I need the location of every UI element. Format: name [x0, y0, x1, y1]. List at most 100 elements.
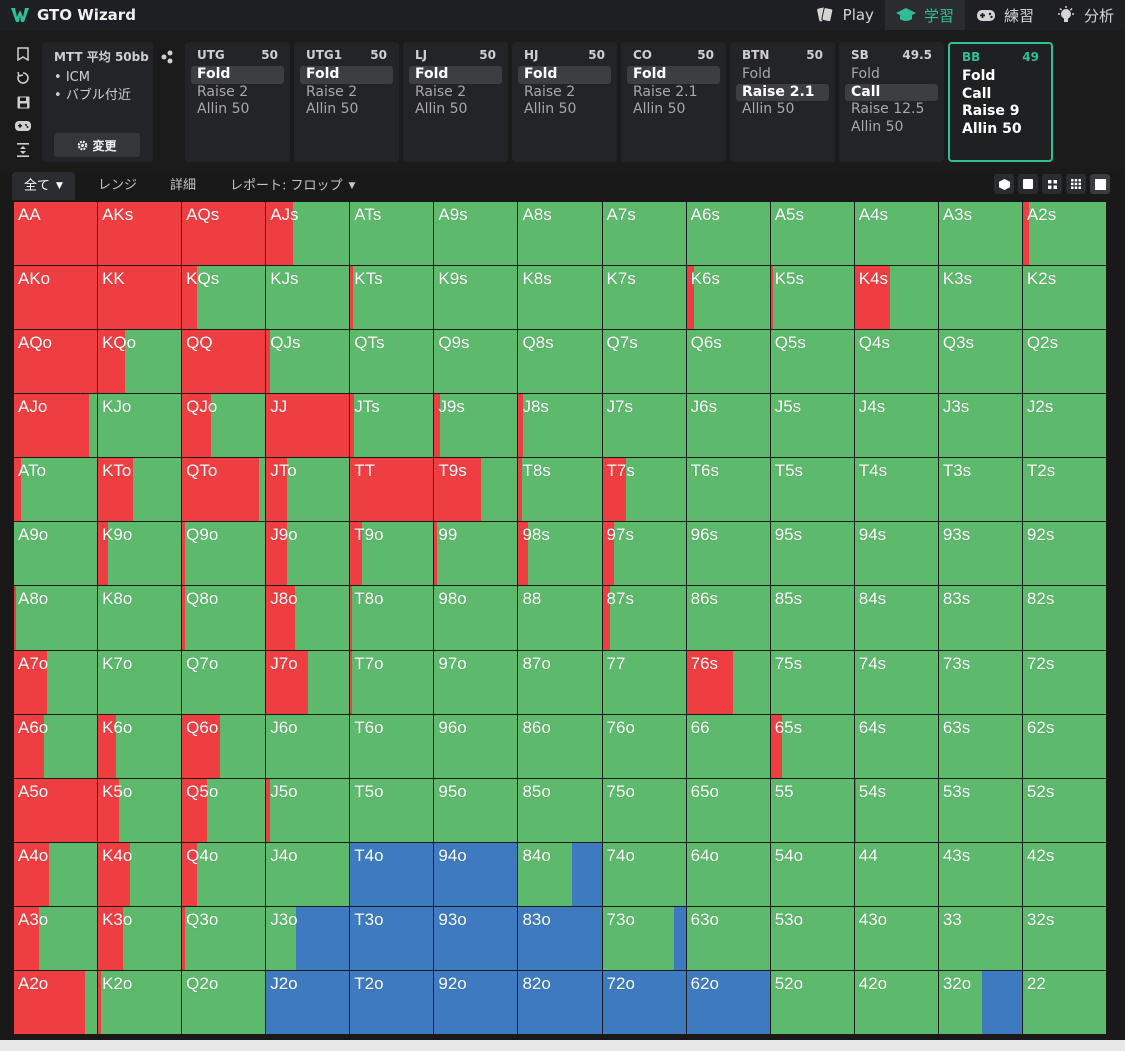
- hand-cell[interactable]: 86o: [518, 714, 603, 779]
- hand-cell[interactable]: A3o: [14, 906, 99, 971]
- hand-cell[interactable]: A4s: [854, 202, 939, 267]
- hand-cell[interactable]: 76s: [686, 650, 771, 715]
- hand-cell[interactable]: J5o: [266, 778, 351, 843]
- hand-cell[interactable]: JJ: [266, 394, 351, 459]
- hand-cell[interactable]: Q6s: [686, 330, 771, 395]
- action-option[interactable]: Fold: [518, 66, 611, 84]
- hand-cell[interactable]: T9s: [434, 458, 519, 523]
- hand-cell[interactable]: 64s: [854, 714, 939, 779]
- hand-cell[interactable]: Q7s: [602, 330, 687, 395]
- hand-cell[interactable]: AA: [14, 202, 99, 267]
- gamepad-icon[interactable]: [14, 117, 32, 135]
- nav-item-3[interactable]: 分析: [1045, 0, 1125, 30]
- hand-cell[interactable]: J5s: [770, 394, 855, 459]
- action-option[interactable]: Fold: [956, 68, 1045, 86]
- action-option[interactable]: Raise 2.1: [736, 83, 829, 101]
- hand-cell[interactable]: K4s: [854, 266, 939, 331]
- hand-cell[interactable]: T2o: [350, 970, 435, 1035]
- hand-cell[interactable]: 63s: [938, 714, 1023, 779]
- position-box-bb[interactable]: BB 49 Fold Call Raise 9 Allin 50: [948, 42, 1053, 162]
- hand-cell[interactable]: 84s: [854, 586, 939, 651]
- reset-icon[interactable]: [14, 69, 32, 87]
- hand-cell[interactable]: 88: [518, 586, 603, 651]
- hand-cell[interactable]: 93o: [434, 906, 519, 971]
- hand-cell[interactable]: QQ: [182, 330, 267, 395]
- hand-cell[interactable]: Q5o: [182, 778, 267, 843]
- hand-cell[interactable]: 86s: [686, 586, 771, 651]
- hand-cell[interactable]: 74o: [602, 842, 687, 907]
- hand-cell[interactable]: 98s: [518, 522, 603, 587]
- hand-cell[interactable]: K7o: [98, 650, 183, 715]
- hand-cell[interactable]: A4o: [14, 842, 99, 907]
- position-box-hj[interactable]: HJ 50 Fold Raise 2 Allin 50: [512, 42, 617, 162]
- position-box-utg[interactable]: UTG 50 Fold Raise 2 Allin 50: [185, 42, 290, 162]
- change-settings-button[interactable]: 変更: [54, 133, 140, 157]
- action-option[interactable]: Allin 50: [956, 121, 1045, 139]
- hand-cell[interactable]: 52o: [770, 970, 855, 1035]
- hand-cell[interactable]: Q8s: [518, 330, 603, 395]
- action-option[interactable]: Fold: [736, 66, 829, 84]
- hand-cell[interactable]: J8s: [518, 394, 603, 459]
- hand-cell[interactable]: AQo: [14, 330, 99, 395]
- hand-cell[interactable]: J9o: [266, 522, 351, 587]
- position-box-lj[interactable]: LJ 50 Fold Raise 2 Allin 50: [403, 42, 508, 162]
- hand-cell[interactable]: ATo: [14, 458, 99, 523]
- hand-cell[interactable]: 93s: [938, 522, 1023, 587]
- hand-cell[interactable]: T8s: [518, 458, 603, 523]
- action-option[interactable]: Call: [845, 83, 938, 101]
- hand-cell[interactable]: 76o: [602, 714, 687, 779]
- hand-cell[interactable]: 52s: [1022, 778, 1107, 843]
- action-option[interactable]: Allin 50: [409, 101, 502, 119]
- hand-cell[interactable]: 43s: [938, 842, 1023, 907]
- nav-item-2[interactable]: 練習: [965, 0, 1045, 30]
- hand-cell[interactable]: 83s: [938, 586, 1023, 651]
- hand-cell[interactable]: A2o: [14, 970, 99, 1035]
- action-option[interactable]: Allin 50: [736, 101, 829, 119]
- action-option[interactable]: Raise 9: [956, 103, 1045, 121]
- hand-cell[interactable]: KJs: [266, 266, 351, 331]
- hand-cell[interactable]: KQs: [182, 266, 267, 331]
- hand-cell[interactable]: T8o: [350, 586, 435, 651]
- save-icon[interactable]: [14, 93, 32, 111]
- hand-cell[interactable]: J7s: [602, 394, 687, 459]
- hand-cell[interactable]: AJs: [266, 202, 351, 267]
- hand-cell[interactable]: K6s: [686, 266, 771, 331]
- hand-cell[interactable]: J2o: [266, 970, 351, 1035]
- hand-cell[interactable]: TT: [350, 458, 435, 523]
- hand-cell[interactable]: K4o: [98, 842, 183, 907]
- hand-cell[interactable]: 74s: [854, 650, 939, 715]
- hand-cell[interactable]: 96o: [434, 714, 519, 779]
- hand-cell[interactable]: A9s: [434, 202, 519, 267]
- hand-cell[interactable]: 32o: [938, 970, 1023, 1035]
- hand-cell[interactable]: JTs: [350, 394, 435, 459]
- hand-cell[interactable]: JTo: [266, 458, 351, 523]
- action-option[interactable]: Fold: [627, 66, 720, 84]
- single-view-button[interactable]: [1018, 174, 1038, 194]
- hand-cell[interactable]: 97s: [602, 522, 687, 587]
- app-logo[interactable]: GTO Wizard: [11, 6, 136, 24]
- hand-cell[interactable]: A6o: [14, 714, 99, 779]
- action-option[interactable]: Fold: [191, 66, 284, 84]
- hand-cell[interactable]: A7o: [14, 650, 99, 715]
- position-box-utg1[interactable]: UTG1 50 Fold Raise 2 Allin 50: [294, 42, 399, 162]
- action-option[interactable]: Raise 2: [409, 84, 502, 102]
- hand-cell[interactable]: KTo: [98, 458, 183, 523]
- hand-cell[interactable]: KK: [98, 266, 183, 331]
- hand-cell[interactable]: A5s: [770, 202, 855, 267]
- hand-cell[interactable]: 92s: [1022, 522, 1107, 587]
- hand-cell[interactable]: J2s: [1022, 394, 1107, 459]
- action-option[interactable]: Allin 50: [845, 119, 938, 137]
- hand-cell[interactable]: K8o: [98, 586, 183, 651]
- hand-cell[interactable]: 97o: [434, 650, 519, 715]
- action-option[interactable]: Allin 50: [518, 101, 611, 119]
- hand-cell[interactable]: Q9o: [182, 522, 267, 587]
- hand-cell[interactable]: 73s: [938, 650, 1023, 715]
- hand-cell[interactable]: 85o: [518, 778, 603, 843]
- hand-cell[interactable]: K5o: [98, 778, 183, 843]
- hand-cell[interactable]: 64o: [686, 842, 771, 907]
- hand-cell[interactable]: T7s: [602, 458, 687, 523]
- compact-grid-button[interactable]: [1042, 174, 1062, 194]
- hand-cell[interactable]: A3s: [938, 202, 1023, 267]
- hand-cell[interactable]: K7s: [602, 266, 687, 331]
- position-box-co[interactable]: CO 50 Fold Raise 2.1 Allin 50: [621, 42, 726, 162]
